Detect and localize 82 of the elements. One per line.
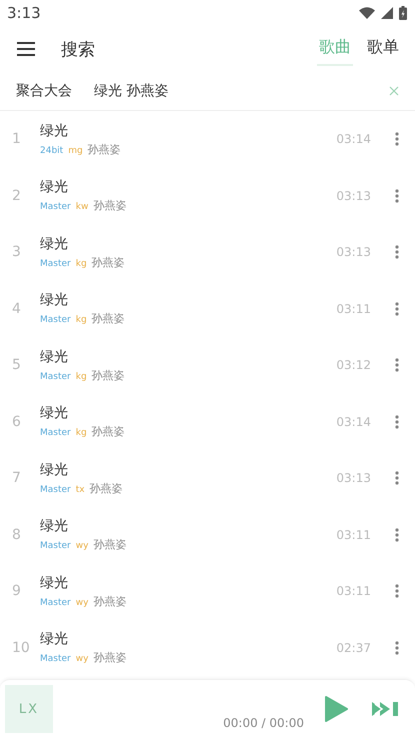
track-number: 8 bbox=[12, 526, 22, 543]
source-tag: kg bbox=[76, 428, 87, 438]
track-number: 2 bbox=[12, 188, 22, 204]
track-number: 1 bbox=[12, 131, 22, 148]
source-tag: mg bbox=[68, 146, 83, 156]
source-tag: wy bbox=[76, 541, 88, 552]
artist-name: 孙燕姿 bbox=[90, 480, 123, 496]
song-duration: 03:14 bbox=[336, 414, 371, 429]
artist-name: 孙燕姿 bbox=[93, 594, 126, 609]
song-title[interactable]: 绿光 bbox=[40, 574, 336, 592]
search-field[interactable]: 绿光 孙燕姿 bbox=[94, 82, 389, 100]
more-icon[interactable] bbox=[395, 414, 399, 429]
source-selector[interactable]: 聚合大会 bbox=[16, 82, 72, 100]
more-icon[interactable] bbox=[395, 358, 399, 372]
quality-tag: 24bit bbox=[40, 146, 64, 156]
more-icon[interactable] bbox=[395, 245, 399, 260]
source-tag: tx bbox=[76, 484, 85, 495]
more-icon[interactable] bbox=[395, 640, 399, 655]
quality-tag: Master bbox=[40, 541, 71, 552]
artist-name: 孙燕姿 bbox=[88, 142, 121, 157]
song-duration: 03:11 bbox=[336, 584, 371, 598]
status-time: 3:13 bbox=[7, 4, 41, 22]
artist-name: 孙燕姿 bbox=[93, 537, 126, 552]
artist-name: 孙燕姿 bbox=[92, 254, 125, 270]
artist-name: 孙燕姿 bbox=[93, 650, 126, 666]
quality-tag: Master bbox=[40, 484, 71, 495]
more-icon[interactable] bbox=[395, 471, 399, 486]
source-tag: kg bbox=[76, 315, 87, 326]
track-number: 4 bbox=[12, 300, 22, 317]
quality-tag: Master bbox=[40, 598, 71, 608]
track-number: 10 bbox=[12, 640, 31, 656]
page-title: 搜索 bbox=[61, 38, 95, 60]
signal-icon bbox=[381, 7, 393, 19]
wifi-icon bbox=[359, 7, 375, 19]
more-icon[interactable] bbox=[395, 528, 399, 542]
song-duration: 03:14 bbox=[336, 132, 371, 146]
quality-tag: Master bbox=[40, 315, 71, 326]
song-title[interactable]: 绿光 bbox=[40, 404, 336, 422]
song-duration: 03:13 bbox=[336, 471, 371, 486]
source-tag: wy bbox=[76, 598, 88, 608]
track-number: 6 bbox=[12, 414, 22, 430]
more-icon[interactable] bbox=[395, 302, 399, 316]
battery-icon bbox=[399, 6, 407, 20]
menu-icon[interactable] bbox=[17, 42, 35, 56]
source-tag: wy bbox=[76, 654, 88, 664]
artist-name: 孙燕姿 bbox=[92, 424, 125, 440]
quality-tag: Master bbox=[40, 372, 71, 382]
song-title[interactable]: 绿光 bbox=[40, 460, 336, 479]
track-number: 3 bbox=[12, 244, 22, 260]
song-title[interactable]: 绿光 bbox=[40, 348, 336, 366]
more-icon[interactable] bbox=[395, 132, 399, 146]
song-duration: 03:11 bbox=[336, 528, 371, 542]
source-tag: kg bbox=[76, 258, 87, 269]
song-duration: 03:12 bbox=[336, 358, 371, 372]
source-tag: kg bbox=[76, 372, 87, 382]
song-title[interactable]: 绿光 bbox=[40, 234, 336, 253]
artist-name: 孙燕姿 bbox=[93, 198, 126, 214]
artist-name: 孙燕姿 bbox=[92, 311, 125, 326]
track-number: 9 bbox=[12, 583, 22, 600]
playback-time: 00:00 / 00:00 bbox=[223, 716, 304, 730]
source-tag: kw bbox=[76, 202, 88, 212]
song-title[interactable]: 绿光 bbox=[40, 178, 336, 196]
quality-tag: Master bbox=[40, 258, 71, 269]
track-number: 7 bbox=[12, 470, 22, 486]
song-title[interactable]: 绿光 bbox=[40, 517, 336, 536]
tab[interactable]: 歌单 bbox=[365, 32, 401, 66]
quality-tag: Master bbox=[40, 654, 71, 664]
skip-next-icon[interactable] bbox=[372, 701, 399, 717]
play-icon[interactable] bbox=[324, 696, 348, 722]
track-number: 5 bbox=[12, 357, 22, 374]
artist-name: 孙燕姿 bbox=[92, 368, 125, 383]
song-title[interactable]: 绿光 bbox=[40, 630, 336, 648]
song-title[interactable]: 绿光 bbox=[40, 291, 336, 310]
more-icon[interactable] bbox=[395, 584, 399, 598]
song-title[interactable]: 绿光 bbox=[40, 122, 336, 140]
song-duration: 03:13 bbox=[336, 188, 371, 203]
song-duration: 03:13 bbox=[336, 245, 371, 260]
quality-tag: Master bbox=[40, 428, 71, 438]
more-icon[interactable] bbox=[395, 188, 399, 203]
song-duration: 03:11 bbox=[336, 302, 371, 316]
quality-tag: Master bbox=[40, 202, 71, 212]
song-duration: 02:37 bbox=[336, 640, 371, 655]
